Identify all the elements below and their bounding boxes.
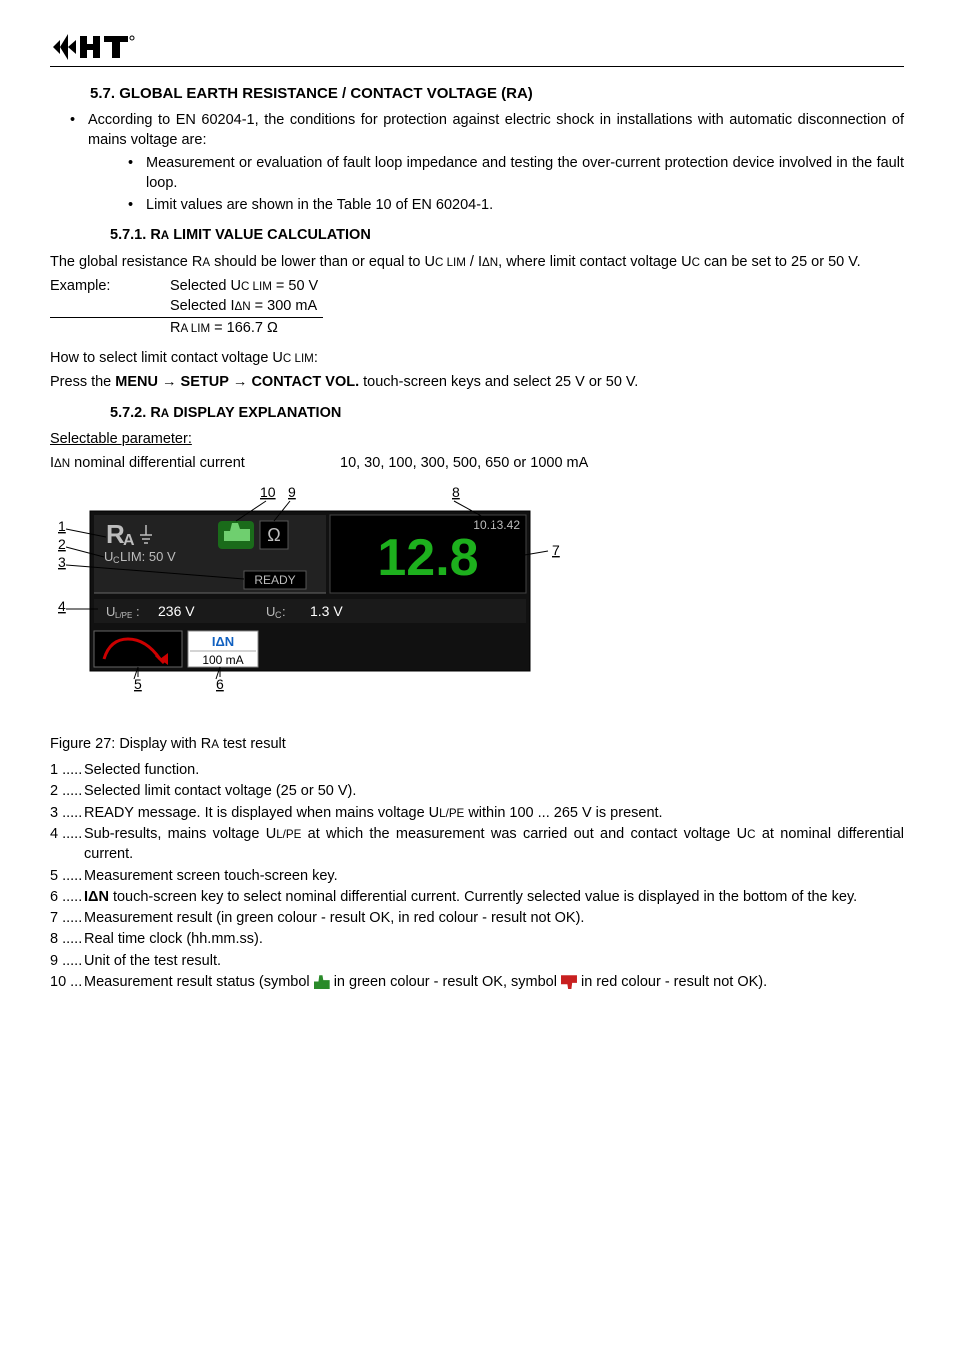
intro-list: According to EN 60204-1, the conditions … (50, 110, 904, 215)
svg-text:C: C (113, 555, 120, 565)
howto-text: How to select limit contact voltage UC L… (50, 348, 904, 368)
selectable-param-label: Selectable parameter: (50, 429, 904, 449)
svg-text:A: A (123, 532, 135, 549)
section-heading: 5.7. GLOBAL EARTH RESISTANCE / CONTACT V… (90, 83, 904, 104)
svg-text:2: 2 (58, 536, 66, 552)
ra-description: The global resistance RA should be lower… (50, 252, 904, 272)
thumbs-up-icon (314, 975, 330, 989)
svg-text:LIM: 50 V: LIM: 50 V (120, 549, 176, 564)
svg-text:3: 3 (58, 554, 66, 570)
svg-text:10.13.42: 10.13.42 (473, 518, 520, 532)
example-line-2: Selected IΔN = 300 mA (50, 296, 904, 317)
svg-text:U: U (104, 549, 113, 564)
svg-text:U: U (266, 604, 275, 619)
svg-text::: : (282, 604, 286, 619)
svg-text:10: 10 (260, 484, 276, 500)
example-line-1: Example: Selected UC LIM = 50 V (50, 276, 904, 296)
svg-text:1: 1 (58, 518, 66, 534)
svg-text:100 mA: 100 mA (202, 653, 243, 667)
brand-logo (50, 30, 904, 64)
legend-list: 1 .....Selected function. 2 .....Selecte… (50, 760, 904, 992)
intro-sub-2: Limit values are shown in the Table 10 o… (88, 195, 904, 215)
param-row: IΔN nominal differential current 10, 30,… (50, 453, 904, 473)
intro-bullet: According to EN 60204-1, the conditions … (50, 110, 904, 215)
svg-text:U: U (106, 604, 115, 619)
svg-text:READY: READY (254, 573, 295, 587)
figure-caption: Figure 27: Display with RA test result (50, 734, 904, 754)
svg-text::: : (136, 604, 140, 619)
svg-text:IΔN: IΔN (212, 634, 234, 649)
subsection-571: 5.7.1. RA LIMIT VALUE CALCULATION (110, 225, 904, 245)
svg-text:L/PE: L/PE (115, 611, 132, 620)
svg-text:12.8: 12.8 (377, 529, 478, 587)
svg-text:9: 9 (288, 484, 296, 500)
display-figure: R A U C LIM: 50 V Ω READY 10.13.42 12.8 … (50, 483, 904, 729)
press-text: Press the MENU → SETUP → CONTACT VOL. to… (50, 372, 904, 392)
svg-text:1.3 V: 1.3 V (310, 603, 343, 619)
intro-sub-1: Measurement or evaluation of fault loop … (88, 153, 904, 194)
svg-text:236 V: 236 V (158, 603, 195, 619)
svg-text:7: 7 (552, 542, 560, 558)
svg-text:8: 8 (452, 484, 460, 500)
example-line-3: RA LIM = 166.7 Ω (50, 318, 904, 338)
thumbs-down-icon (561, 975, 577, 989)
svg-text:C: C (275, 610, 282, 620)
svg-text:Ω: Ω (267, 525, 280, 545)
subsection-572: 5.7.2. RA DISPLAY EXPLANATION (110, 403, 904, 423)
header-rule (50, 66, 904, 67)
svg-text:6: 6 (216, 676, 224, 692)
svg-text:4: 4 (58, 598, 66, 614)
